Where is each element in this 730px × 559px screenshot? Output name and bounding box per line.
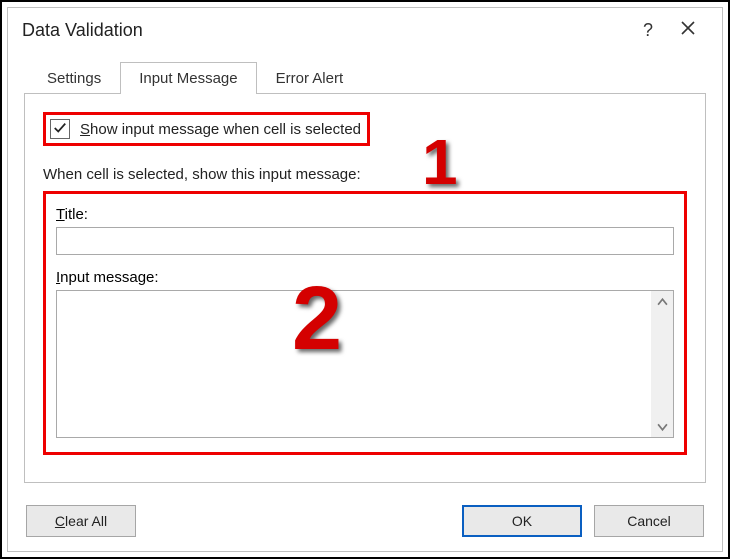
- button-label: lear All: [65, 513, 107, 529]
- input-message-label: Input message:: [56, 269, 674, 286]
- fields-group: Title: Input message:: [43, 191, 687, 455]
- help-button[interactable]: ?: [628, 10, 668, 50]
- tab-label: Settings: [47, 70, 101, 87]
- help-icon: ?: [643, 20, 653, 41]
- mnemonic: T: [56, 206, 65, 223]
- tab-label: Input Message: [139, 70, 237, 87]
- scroll-down-icon[interactable]: [651, 415, 673, 437]
- show-input-message-row: Show input message when cell is selected: [43, 112, 370, 146]
- titlebar: Data Validation ?: [8, 8, 722, 52]
- label-text: itle:: [65, 206, 88, 223]
- dialog-buttons: Clear All OK Cancel: [8, 499, 722, 551]
- check-icon: [53, 121, 67, 138]
- title-label: Title:: [56, 206, 674, 223]
- scroll-up-icon[interactable]: [651, 291, 673, 313]
- tab-settings[interactable]: Settings: [28, 62, 120, 94]
- cancel-button[interactable]: Cancel: [594, 505, 704, 537]
- label-text: nput message:: [60, 269, 158, 286]
- dialog-body: Settings Input Message Error Alert: [8, 52, 722, 499]
- label-text: how input message when cell is selected: [90, 121, 361, 138]
- button-label: OK: [512, 513, 532, 529]
- tab-label: Error Alert: [276, 70, 344, 87]
- mnemonic: S: [80, 121, 90, 138]
- ok-button[interactable]: OK: [462, 505, 582, 537]
- data-validation-dialog: Data Validation ? Settings Input Message: [7, 7, 723, 552]
- close-icon: [680, 20, 696, 41]
- section-heading: When cell is selected, show this input m…: [43, 166, 687, 183]
- clear-all-button[interactable]: Clear All: [26, 505, 136, 537]
- tab-panel-input-message: Show input message when cell is selected…: [24, 93, 706, 483]
- close-button[interactable]: [668, 10, 708, 50]
- title-input[interactable]: [56, 227, 674, 255]
- input-message-textarea[interactable]: [57, 291, 651, 437]
- show-input-message-label: Show input message when cell is selected: [80, 121, 361, 138]
- tab-input-message[interactable]: Input Message: [120, 62, 256, 94]
- input-message-field-wrap: [56, 290, 674, 438]
- tab-error-alert[interactable]: Error Alert: [257, 62, 363, 94]
- tab-strip: Settings Input Message Error Alert: [28, 60, 706, 94]
- button-label: Cancel: [627, 513, 671, 529]
- mnemonic: C: [55, 513, 65, 529]
- dialog-title: Data Validation: [22, 20, 628, 41]
- textarea-scrollbar[interactable]: [651, 291, 673, 437]
- show-input-message-checkbox[interactable]: [50, 119, 70, 139]
